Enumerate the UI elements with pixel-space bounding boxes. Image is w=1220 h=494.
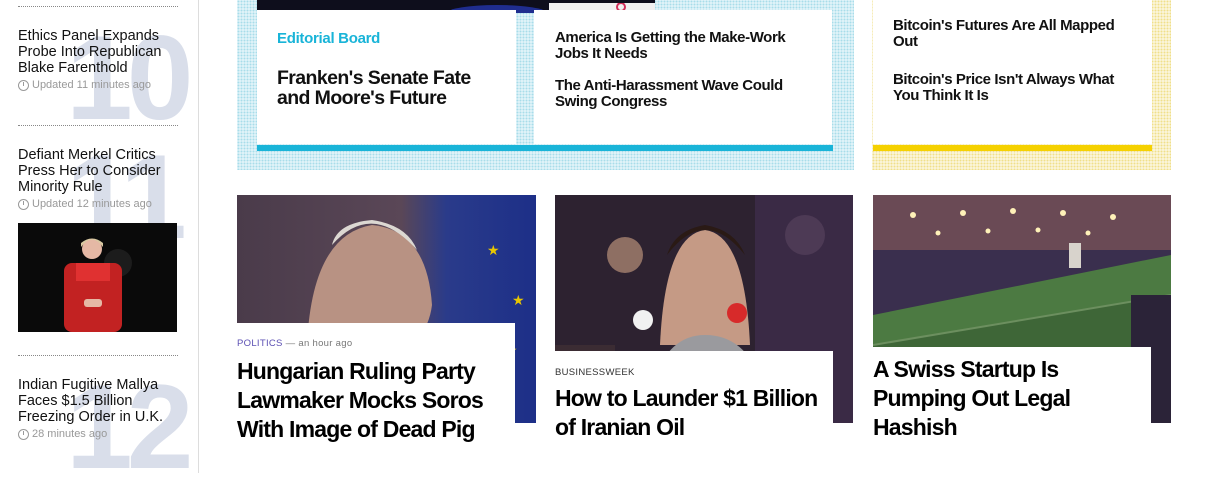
- sidebar-story-meta: Updated 12 minutes ago: [18, 198, 178, 210]
- editorial-headline[interactable]: Franken's Senate Fate and Moore's Future: [277, 68, 497, 108]
- story-headline[interactable]: A Swiss Startup Is Pumping Out Legal Has…: [873, 355, 1151, 442]
- updated-time: Updated 12 minutes ago: [32, 198, 152, 210]
- story-headline[interactable]: Hungarian Ruling Party Lawmaker Mocks So…: [237, 357, 515, 444]
- updated-time: Updated 11 minutes ago: [32, 79, 152, 91]
- story-card-soros[interactable]: POLITICS — an hour ago Hungarian Ruling …: [237, 323, 515, 473]
- section-label[interactable]: POLITICS: [237, 338, 283, 349]
- sidebar-story-meta: 28 minutes ago: [18, 428, 178, 440]
- story-card-launder[interactable]: BUSINESSWEEK How to Launder $1 Billion o…: [555, 351, 833, 473]
- opinion-list-card: America Is Getting the Make-Work Jobs It…: [534, 10, 832, 144]
- divider: [18, 355, 178, 356]
- merkel-photo-image: [18, 223, 177, 332]
- sidebar-story-10[interactable]: 10 Ethics Panel Expands Probe Into Repub…: [18, 18, 194, 138]
- bitcoin-list-card: Bitcoin's Futures Are All Mapped Out Bit…: [873, 0, 1152, 144]
- bitcoin-module: Bitcoin's Futures Are All Mapped Out Bit…: [872, 0, 1171, 170]
- editorial-card[interactable]: Editorial Board Franken's Senate Fate an…: [257, 10, 516, 144]
- opinion-headline[interactable]: America Is Getting the Make-Work Jobs It…: [555, 30, 815, 62]
- section-label[interactable]: BUSINESSWEEK: [555, 367, 635, 378]
- sidebar-latest-news: 10 Ethics Panel Expands Probe Into Repub…: [0, 0, 199, 487]
- sidebar-story-headline[interactable]: Ethics Panel Expands Probe Into Republic…: [18, 28, 178, 76]
- clock-icon: [18, 428, 29, 440]
- sidebar-story-headline[interactable]: Indian Fugitive Mallya Faces $1.5 Billio…: [18, 377, 178, 425]
- opinion-module: Editorial Board Franken's Senate Fate an…: [237, 0, 854, 170]
- story-card-hashish[interactable]: A Swiss Startup Is Pumping Out Legal Has…: [873, 347, 1151, 473]
- merkel-photo[interactable]: [18, 223, 177, 332]
- sidebar-story-12[interactable]: 12 Indian Fugitive Mallya Faces $1.5 Bil…: [18, 367, 194, 487]
- svg-text:★: ★: [512, 293, 525, 309]
- sidebar-story-meta: Updated 11 minutes ago: [18, 79, 178, 91]
- svg-text:★: ★: [487, 243, 500, 259]
- story-headline[interactable]: How to Launder $1 Billion of Iranian Oil: [555, 384, 833, 442]
- story-kicker: POLITICS — an hour ago: [237, 338, 515, 349]
- sidebar-story-headline[interactable]: Defiant Merkel Critics Press Her to Cons…: [18, 147, 178, 195]
- opinion-image-strip: [257, 0, 655, 21]
- opinion-accent-bar: [257, 145, 833, 151]
- story-kicker: BUSINESSWEEK: [555, 367, 833, 378]
- bitcoin-headline[interactable]: Bitcoin's Futures Are All Mapped Out: [893, 18, 1133, 50]
- divider: [18, 125, 178, 126]
- story-time: — an hour ago: [285, 338, 353, 349]
- clock-icon: [18, 79, 29, 91]
- clock-icon: [18, 198, 29, 210]
- bitcoin-accent-bar: [873, 145, 1152, 151]
- updated-time: 28 minutes ago: [32, 428, 108, 440]
- editorial-board-kicker[interactable]: Editorial Board: [277, 30, 380, 47]
- divider: [18, 6, 178, 7]
- opinion-headline[interactable]: The Anti-Harassment Wave Could Swing Con…: [555, 78, 815, 110]
- bitcoin-headline[interactable]: Bitcoin's Price Isn't Always What You Th…: [893, 72, 1133, 104]
- sidebar-story-11[interactable]: 11 Defiant Merkel Critics Press Her to C…: [18, 137, 187, 257]
